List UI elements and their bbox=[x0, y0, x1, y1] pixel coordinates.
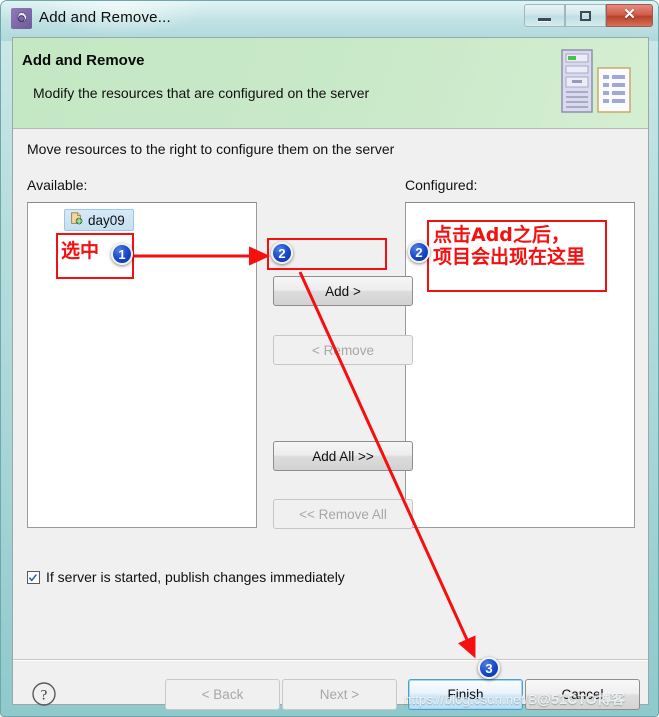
next-button: Next > bbox=[282, 679, 397, 710]
publish-immediately-checkbox[interactable]: If server is started, publish changes im… bbox=[27, 569, 345, 585]
watermark-url: https://blog.csdn.net/B bbox=[404, 692, 538, 707]
back-button: < Back bbox=[165, 679, 280, 710]
remove-all-button-label: << Remove All bbox=[299, 506, 387, 522]
dialog-client-area: Add and Remove Modify the resources that… bbox=[12, 37, 649, 710]
configured-label: Configured: bbox=[405, 177, 478, 193]
instruction-text: Move resources to the right to configure… bbox=[27, 141, 395, 157]
remove-button: < Remove bbox=[273, 335, 413, 365]
wizard-banner: Add and Remove Modify the resources that… bbox=[13, 38, 648, 129]
maximize-button[interactable] bbox=[565, 4, 606, 27]
banner-subtitle: Modify the resources that are configured… bbox=[33, 85, 370, 101]
checkbox-label: If server is started, publish changes im… bbox=[46, 569, 345, 585]
configured-list[interactable] bbox=[405, 202, 635, 528]
dialog-window: Add and Remove... ✕ Add and Remove Modif… bbox=[0, 0, 659, 717]
minimize-button[interactable] bbox=[524, 4, 565, 27]
checkbox-box[interactable] bbox=[27, 570, 40, 584]
check-icon bbox=[28, 573, 37, 582]
title-bar: Add and Remove... ✕ bbox=[1, 1, 659, 37]
close-icon: ✕ bbox=[623, 7, 636, 23]
next-button-label: Next > bbox=[319, 687, 360, 702]
remove-button-label: < Remove bbox=[312, 342, 374, 358]
add-button-label: Add > bbox=[325, 283, 361, 299]
watermark-site: @51CTO博客 bbox=[537, 691, 626, 707]
close-button[interactable]: ✕ bbox=[606, 4, 653, 27]
add-all-button-label: Add All >> bbox=[312, 448, 374, 464]
svg-text:?: ? bbox=[41, 687, 48, 703]
list-item[interactable]: day09 bbox=[64, 209, 134, 231]
available-list[interactable]: day09 bbox=[27, 202, 257, 528]
help-icon[interactable]: ? bbox=[31, 681, 57, 707]
server-and-document-icon bbox=[558, 46, 636, 120]
banner-title: Add and Remove bbox=[22, 52, 145, 69]
add-all-button[interactable]: Add All >> bbox=[273, 441, 413, 471]
add-button[interactable]: Add > bbox=[273, 276, 413, 306]
list-item-label: day09 bbox=[88, 212, 125, 228]
footer-divider bbox=[13, 659, 648, 661]
gear-icon bbox=[11, 8, 32, 29]
window-title: Add and Remove... bbox=[39, 9, 171, 26]
back-button-label: < Back bbox=[201, 687, 244, 702]
available-label: Available: bbox=[27, 177, 88, 193]
minimize-icon bbox=[538, 17, 551, 21]
watermark: https://blog.csdn.net/B@51CTO博客 bbox=[404, 689, 625, 709]
remove-all-button: << Remove All bbox=[273, 499, 413, 529]
web-project-icon bbox=[69, 211, 83, 230]
maximize-icon bbox=[580, 10, 591, 21]
